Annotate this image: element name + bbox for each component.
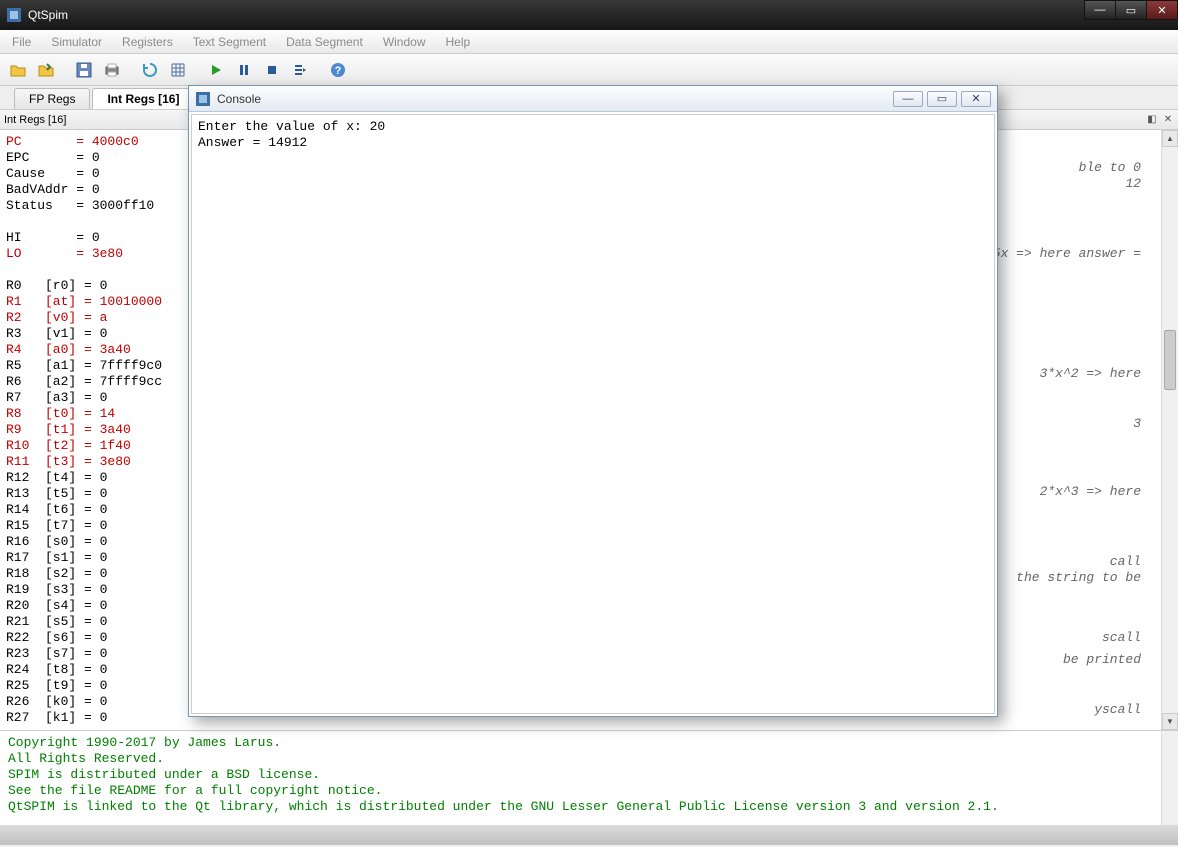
- console-titlebar[interactable]: Console — ▭ ✕: [189, 86, 997, 112]
- right-scrollbar[interactable]: ▲ ▼: [1161, 130, 1178, 730]
- close-button[interactable]: ✕: [1146, 0, 1178, 20]
- grid-icon[interactable]: [166, 58, 190, 82]
- console-output[interactable]: Enter the value of x: 20 Answer = 14912: [191, 114, 995, 714]
- window-title: QtSpim: [28, 8, 68, 22]
- scroll-thumb[interactable]: [1164, 330, 1176, 390]
- footer-scrollbar[interactable]: [1161, 731, 1178, 825]
- message-footer: Copyright 1990-2017 by James Larus. All …: [0, 730, 1178, 825]
- svg-text:?: ?: [335, 65, 342, 77]
- minimize-button[interactable]: —: [1084, 0, 1116, 20]
- run-icon[interactable]: [204, 58, 228, 82]
- dock-close-icon[interactable]: ✕: [1162, 114, 1174, 126]
- save-icon[interactable]: [72, 58, 96, 82]
- menubar: File Simulator Registers Text Segment Da…: [0, 30, 1178, 54]
- menu-text-segment[interactable]: Text Segment: [185, 33, 274, 51]
- dock-title: Int Regs [16]: [4, 114, 66, 126]
- menu-window[interactable]: Window: [375, 33, 434, 51]
- maximize-button[interactable]: ▭: [1115, 0, 1147, 20]
- console-maximize-button[interactable]: ▭: [927, 91, 957, 107]
- menu-registers[interactable]: Registers: [114, 33, 181, 51]
- menu-help[interactable]: Help: [438, 33, 479, 51]
- toolbar: ?: [0, 54, 1178, 86]
- app-icon: [6, 7, 22, 23]
- console-title: Console: [217, 92, 261, 106]
- scroll-down-icon[interactable]: ▼: [1162, 713, 1178, 730]
- console-close-button[interactable]: ✕: [961, 91, 991, 107]
- console-icon: [195, 91, 211, 107]
- menu-file[interactable]: File: [4, 33, 39, 51]
- step-icon[interactable]: [288, 58, 312, 82]
- console-window: Console — ▭ ✕ Enter the value of x: 20 A…: [188, 85, 998, 717]
- open-icon[interactable]: [6, 58, 30, 82]
- window-titlebar: QtSpim — ▭ ✕: [0, 0, 1178, 30]
- console-minimize-button[interactable]: —: [893, 91, 923, 107]
- scroll-up-icon[interactable]: ▲: [1162, 130, 1178, 147]
- tab-int-regs[interactable]: Int Regs [16]: [92, 88, 194, 109]
- dock-float-icon[interactable]: ◧: [1146, 114, 1158, 126]
- bottom-strip: [0, 825, 1178, 845]
- menu-simulator[interactable]: Simulator: [43, 33, 110, 51]
- register-panel: PC = 4000c0 EPC = 0 Cause = 0 BadVAddr =…: [0, 130, 185, 730]
- reload-icon[interactable]: [34, 58, 58, 82]
- refresh-icon[interactable]: [138, 58, 162, 82]
- menu-data-segment[interactable]: Data Segment: [278, 33, 371, 51]
- stop-icon[interactable]: [260, 58, 284, 82]
- print-icon[interactable]: [100, 58, 124, 82]
- help-icon[interactable]: ?: [326, 58, 350, 82]
- pause-icon[interactable]: [232, 58, 256, 82]
- tab-fp-regs[interactable]: FP Regs: [14, 88, 90, 109]
